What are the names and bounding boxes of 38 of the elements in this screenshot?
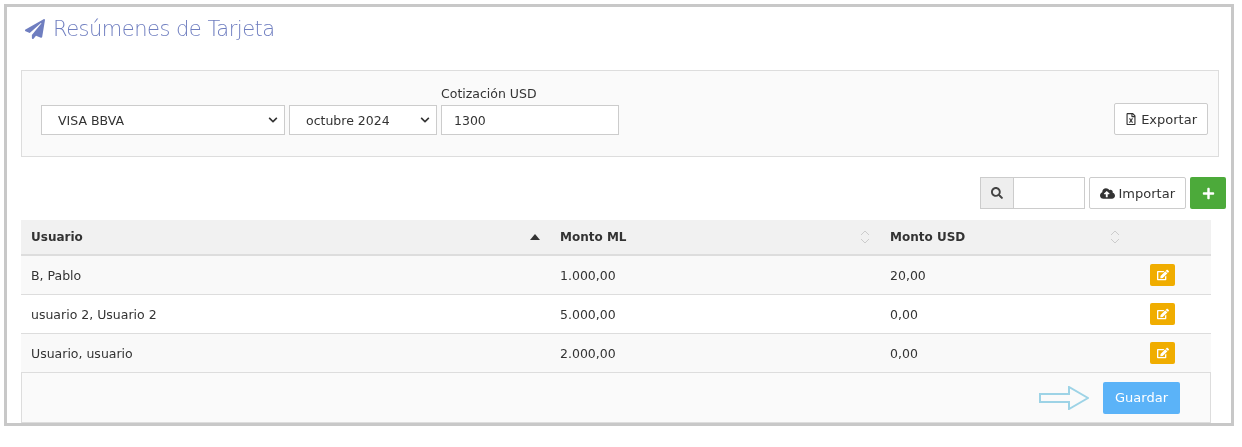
column-header[interactable]: Monto ML [560, 230, 627, 244]
edit-icon [1156, 347, 1169, 359]
chevron-down-icon [268, 115, 278, 125]
edit-button[interactable] [1150, 342, 1175, 364]
column-header[interactable]: Usuario [31, 230, 83, 244]
table-cell: B, Pablo [31, 267, 82, 283]
edit-button[interactable] [1150, 303, 1175, 325]
sort-icon[interactable] [1110, 230, 1120, 244]
rate-label: Cotización USD [441, 86, 538, 101]
table-cell: 0,00 [890, 306, 918, 322]
rate-field[interactable]: 1300 [441, 105, 619, 135]
sort-icon[interactable] [860, 230, 870, 244]
chevron-down-icon [420, 115, 430, 125]
period-select[interactable]: octubre 2024 [289, 105, 437, 135]
edit-icon [1156, 308, 1169, 320]
arrow-icon [1039, 385, 1090, 410]
plus-icon [1201, 186, 1215, 200]
table-cell: 20,00 [890, 267, 926, 283]
spreadsheet-file-icon [1125, 113, 1138, 125]
search-icon [990, 187, 1003, 199]
search-field[interactable] [979, 177, 1085, 209]
add-button[interactable] [1190, 177, 1226, 209]
import-button[interactable]: Importar [1088, 177, 1186, 209]
page-title: Resúmenes de Tarjeta [53, 16, 275, 41]
table-cell: Usuario, usuario [31, 345, 133, 361]
table-cell: 2.000,00 [560, 345, 616, 361]
export-button[interactable]: Exportar [1114, 103, 1208, 135]
sort-up-icon[interactable] [530, 234, 540, 240]
edit-icon [1156, 269, 1169, 281]
table-cell: 1.000,00 [560, 267, 616, 283]
column-header[interactable]: Monto USD [890, 230, 966, 244]
card-select[interactable]: VISA BBVA [41, 105, 285, 135]
table-cell: usuario 2, Usuario 2 [31, 306, 157, 322]
paper-plane-icon [25, 18, 45, 39]
table-cell: 0,00 [890, 345, 918, 361]
table-cell: 5.000,00 [560, 306, 616, 322]
edit-button[interactable] [1150, 264, 1175, 286]
cloud-upload-icon [1099, 185, 1115, 201]
